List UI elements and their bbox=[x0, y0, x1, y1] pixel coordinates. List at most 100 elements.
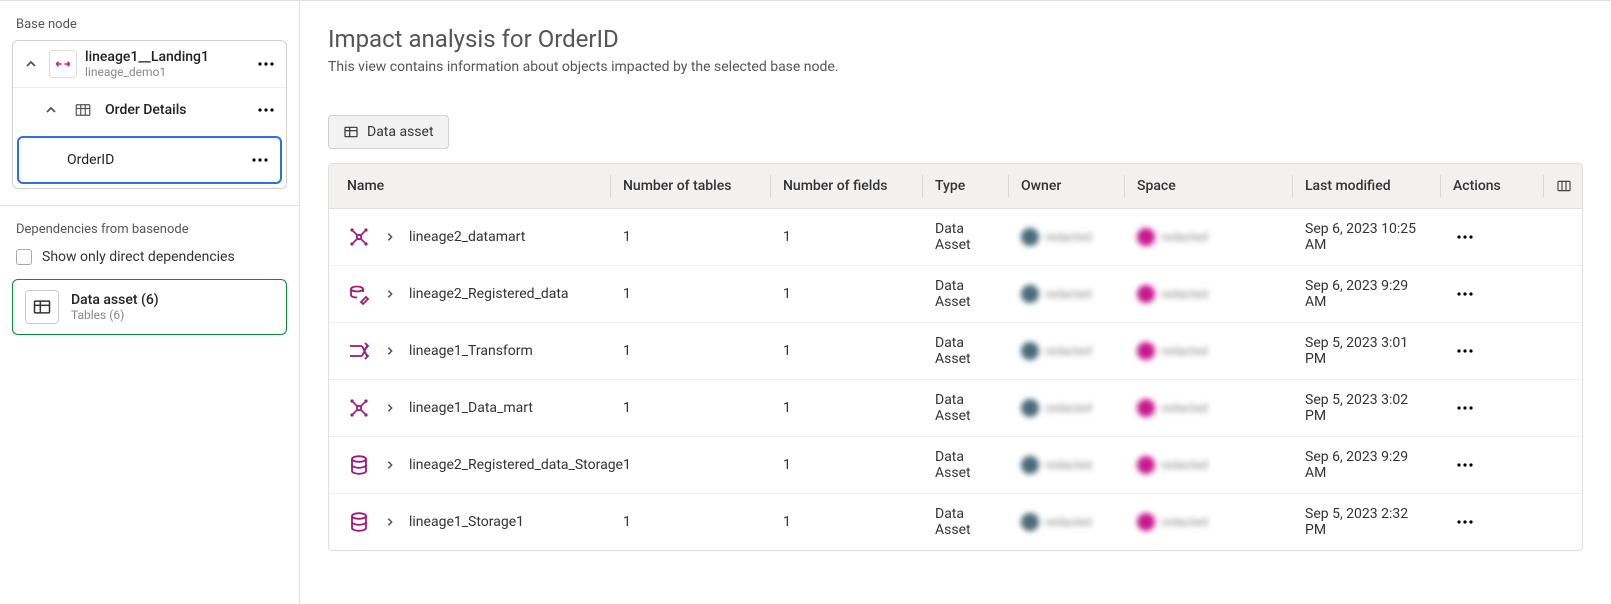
table-row[interactable]: lineage2_Registered_data 1 1 Data Asset … bbox=[329, 266, 1582, 323]
th-space[interactable]: Space bbox=[1125, 164, 1293, 208]
chevron-right-icon[interactable] bbox=[381, 399, 399, 417]
row-tables: 1 bbox=[611, 400, 771, 416]
table-row[interactable]: lineage2_datamart 1 1 Data Asset redacte… bbox=[329, 209, 1582, 266]
checkbox-icon bbox=[16, 249, 32, 265]
dependency-card-data-asset[interactable]: Data asset (6) Tables (6) bbox=[12, 279, 287, 335]
row-actions-button[interactable] bbox=[1453, 510, 1477, 534]
more-icon[interactable] bbox=[254, 98, 278, 122]
th-tables[interactable]: Number of tables bbox=[611, 164, 771, 208]
row-space: redacted bbox=[1137, 513, 1281, 531]
node-row-selected[interactable]: OrderID bbox=[17, 136, 282, 184]
impact-table: Name Number of tables Number of fields T… bbox=[328, 163, 1583, 551]
row-tables: 1 bbox=[611, 343, 771, 359]
chevron-right-icon[interactable] bbox=[381, 456, 399, 474]
row-space: redacted bbox=[1137, 399, 1281, 417]
row-type: Data Asset bbox=[923, 278, 1009, 310]
storage-icon bbox=[347, 510, 371, 534]
row-fields: 1 bbox=[771, 343, 923, 359]
table-row[interactable]: lineage2_Registered_data_Storage 1 1 Dat… bbox=[329, 437, 1582, 494]
row-modified: Sep 6, 2023 9:29 AM bbox=[1293, 278, 1441, 310]
row-fields: 1 bbox=[771, 229, 923, 245]
base-node-label: Base node bbox=[16, 17, 287, 32]
dep-card-title: Data asset (6) bbox=[71, 292, 159, 308]
direct-deps-checkbox[interactable]: Show only direct dependencies bbox=[12, 249, 287, 265]
row-space: redacted bbox=[1137, 228, 1281, 246]
row-actions-button[interactable] bbox=[1453, 453, 1477, 477]
node-row-root[interactable]: lineage1__Landing1 lineage_demo1 bbox=[13, 41, 286, 87]
th-name[interactable]: Name bbox=[329, 164, 611, 208]
row-actions-button[interactable] bbox=[1453, 282, 1477, 306]
tab-data-asset[interactable]: Data asset bbox=[328, 115, 449, 149]
more-icon[interactable] bbox=[254, 52, 278, 76]
row-fields: 1 bbox=[771, 286, 923, 302]
tab-label: Data asset bbox=[367, 124, 434, 140]
table-row[interactable]: lineage1_Storage1 1 1 Data Asset redacte… bbox=[329, 494, 1582, 550]
table-header: Name Number of tables Number of fields T… bbox=[329, 164, 1582, 209]
row-type: Data Asset bbox=[923, 449, 1009, 481]
row-tables: 1 bbox=[611, 229, 771, 245]
row-actions-button[interactable] bbox=[1453, 225, 1477, 249]
row-modified: Sep 5, 2023 3:02 PM bbox=[1293, 392, 1441, 424]
table-icon bbox=[343, 124, 359, 140]
row-tables: 1 bbox=[611, 514, 771, 530]
mart-icon bbox=[347, 396, 371, 420]
mart-icon bbox=[347, 225, 371, 249]
row-type: Data Asset bbox=[923, 506, 1009, 538]
data-asset-icon bbox=[25, 290, 59, 324]
row-actions-button[interactable] bbox=[1453, 396, 1477, 420]
row-name: lineage2_Registered_data bbox=[409, 286, 569, 302]
row-owner: redacted bbox=[1021, 228, 1113, 246]
node-child-title: Order Details bbox=[105, 102, 246, 118]
row-fields: 1 bbox=[771, 514, 923, 530]
node-root-subtitle: lineage_demo1 bbox=[85, 65, 246, 79]
th-type[interactable]: Type bbox=[923, 164, 1009, 208]
row-name: lineage1_Storage1 bbox=[409, 514, 524, 530]
dep-card-subtitle: Tables (6) bbox=[71, 308, 159, 322]
row-owner: redacted bbox=[1021, 456, 1113, 474]
row-name: lineage1_Data_mart bbox=[409, 400, 533, 416]
th-owner[interactable]: Owner bbox=[1009, 164, 1125, 208]
page-title: Impact analysis for OrderID bbox=[328, 25, 1583, 53]
transform-icon bbox=[347, 339, 371, 363]
column-config-button[interactable] bbox=[1544, 164, 1582, 208]
row-type: Data Asset bbox=[923, 335, 1009, 367]
table-row[interactable]: lineage1_Data_mart 1 1 Data Asset redact… bbox=[329, 380, 1582, 437]
row-name: lineage2_datamart bbox=[409, 229, 525, 245]
table-row[interactable]: lineage1_Transform 1 1 Data Asset redact… bbox=[329, 323, 1582, 380]
node-row-child[interactable]: Order Details bbox=[13, 87, 286, 132]
dependencies-label: Dependencies from basenode bbox=[16, 222, 287, 237]
node-selected-title: OrderID bbox=[67, 152, 240, 168]
chevron-right-icon[interactable] bbox=[381, 513, 399, 531]
row-fields: 1 bbox=[771, 457, 923, 473]
row-modified: Sep 6, 2023 9:29 AM bbox=[1293, 449, 1441, 481]
base-node-card: lineage1__Landing1 lineage_demo1 Order D… bbox=[12, 40, 287, 189]
row-modified: Sep 6, 2023 10:25 AM bbox=[1293, 221, 1441, 253]
chevron-right-icon[interactable] bbox=[381, 228, 399, 246]
row-owner: redacted bbox=[1021, 399, 1113, 417]
row-tables: 1 bbox=[611, 457, 771, 473]
row-modified: Sep 5, 2023 3:01 PM bbox=[1293, 335, 1441, 367]
node-root-title: lineage1__Landing1 bbox=[85, 49, 246, 65]
table-icon bbox=[69, 96, 97, 124]
main-content: Impact analysis for OrderID This view co… bbox=[300, 1, 1611, 604]
chevron-right-icon[interactable] bbox=[381, 285, 399, 303]
row-type: Data Asset bbox=[923, 221, 1009, 253]
storage-icon bbox=[347, 453, 371, 477]
th-fields[interactable]: Number of fields bbox=[771, 164, 923, 208]
th-modified[interactable]: Last modified bbox=[1293, 164, 1441, 208]
page-description: This view contains information about obj… bbox=[328, 59, 1583, 75]
row-actions-button[interactable] bbox=[1453, 339, 1477, 363]
chevron-up-icon[interactable] bbox=[21, 54, 41, 74]
row-owner: redacted bbox=[1021, 285, 1113, 303]
th-actions: Actions bbox=[1441, 164, 1544, 208]
row-modified: Sep 5, 2023 2:32 PM bbox=[1293, 506, 1441, 538]
row-owner: redacted bbox=[1021, 342, 1113, 360]
chevron-right-icon[interactable] bbox=[381, 342, 399, 360]
landing-icon bbox=[49, 50, 77, 78]
row-space: redacted bbox=[1137, 456, 1281, 474]
row-name: lineage1_Transform bbox=[409, 343, 533, 359]
chevron-up-icon[interactable] bbox=[41, 100, 61, 120]
register-icon bbox=[347, 282, 371, 306]
row-fields: 1 bbox=[771, 400, 923, 416]
more-icon[interactable] bbox=[248, 148, 272, 172]
